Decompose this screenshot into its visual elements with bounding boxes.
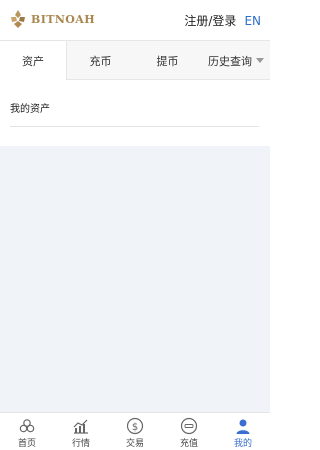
tab-label: 资产	[22, 54, 44, 68]
app-header: BITNOAH 注册/登录 EN	[0, 0, 270, 40]
nav-trade[interactable]: $ 交易	[108, 413, 162, 450]
nav-label: 首页	[17, 439, 36, 449]
section-title: 我的资产	[10, 104, 50, 115]
assets-section: 我的资产	[0, 80, 270, 146]
bitnoah-logo-icon	[11, 10, 25, 28]
tab-label: 历史查询	[208, 54, 252, 68]
nav-label: 充值	[179, 439, 198, 449]
language-switch[interactable]: EN	[244, 14, 261, 28]
nav-label: 交易	[125, 439, 144, 449]
chart-icon	[73, 419, 88, 434]
nav-profile[interactable]: 我的	[216, 413, 270, 450]
nav-label: 行情	[71, 439, 90, 449]
bottom-navigation: 首页 行情 $ 交易 充值 我的	[0, 412, 270, 450]
brand-name: BITNOAH	[31, 12, 95, 26]
tab-withdraw[interactable]: 提币	[134, 41, 201, 80]
login-register-link[interactable]: 注册/登录	[184, 12, 236, 29]
tab-label: 提币	[156, 54, 179, 68]
tab-history[interactable]: 历史查询	[201, 41, 270, 80]
home-icon	[19, 419, 35, 433]
user-icon	[236, 419, 250, 434]
tab-deposit[interactable]: 充币	[67, 41, 134, 80]
tab-assets[interactable]: 资产	[0, 41, 67, 80]
nav-recharge[interactable]: 充值	[162, 413, 216, 450]
nav-label: 我的	[233, 439, 252, 449]
asset-tabs: 资产 充币 提币 历史查询	[0, 40, 270, 80]
nav-market[interactable]: 行情	[54, 413, 108, 450]
coin-icon	[180, 417, 198, 435]
chevron-down-icon	[256, 58, 264, 63]
empty-content-area	[0, 146, 270, 412]
dollar-icon: $	[126, 417, 144, 435]
svg-text:$: $	[132, 422, 138, 433]
nav-home[interactable]: 首页	[0, 413, 54, 450]
brand-logo[interactable]: BITNOAH	[8, 9, 95, 29]
divider	[10, 126, 259, 127]
tab-label: 充币	[89, 54, 112, 68]
